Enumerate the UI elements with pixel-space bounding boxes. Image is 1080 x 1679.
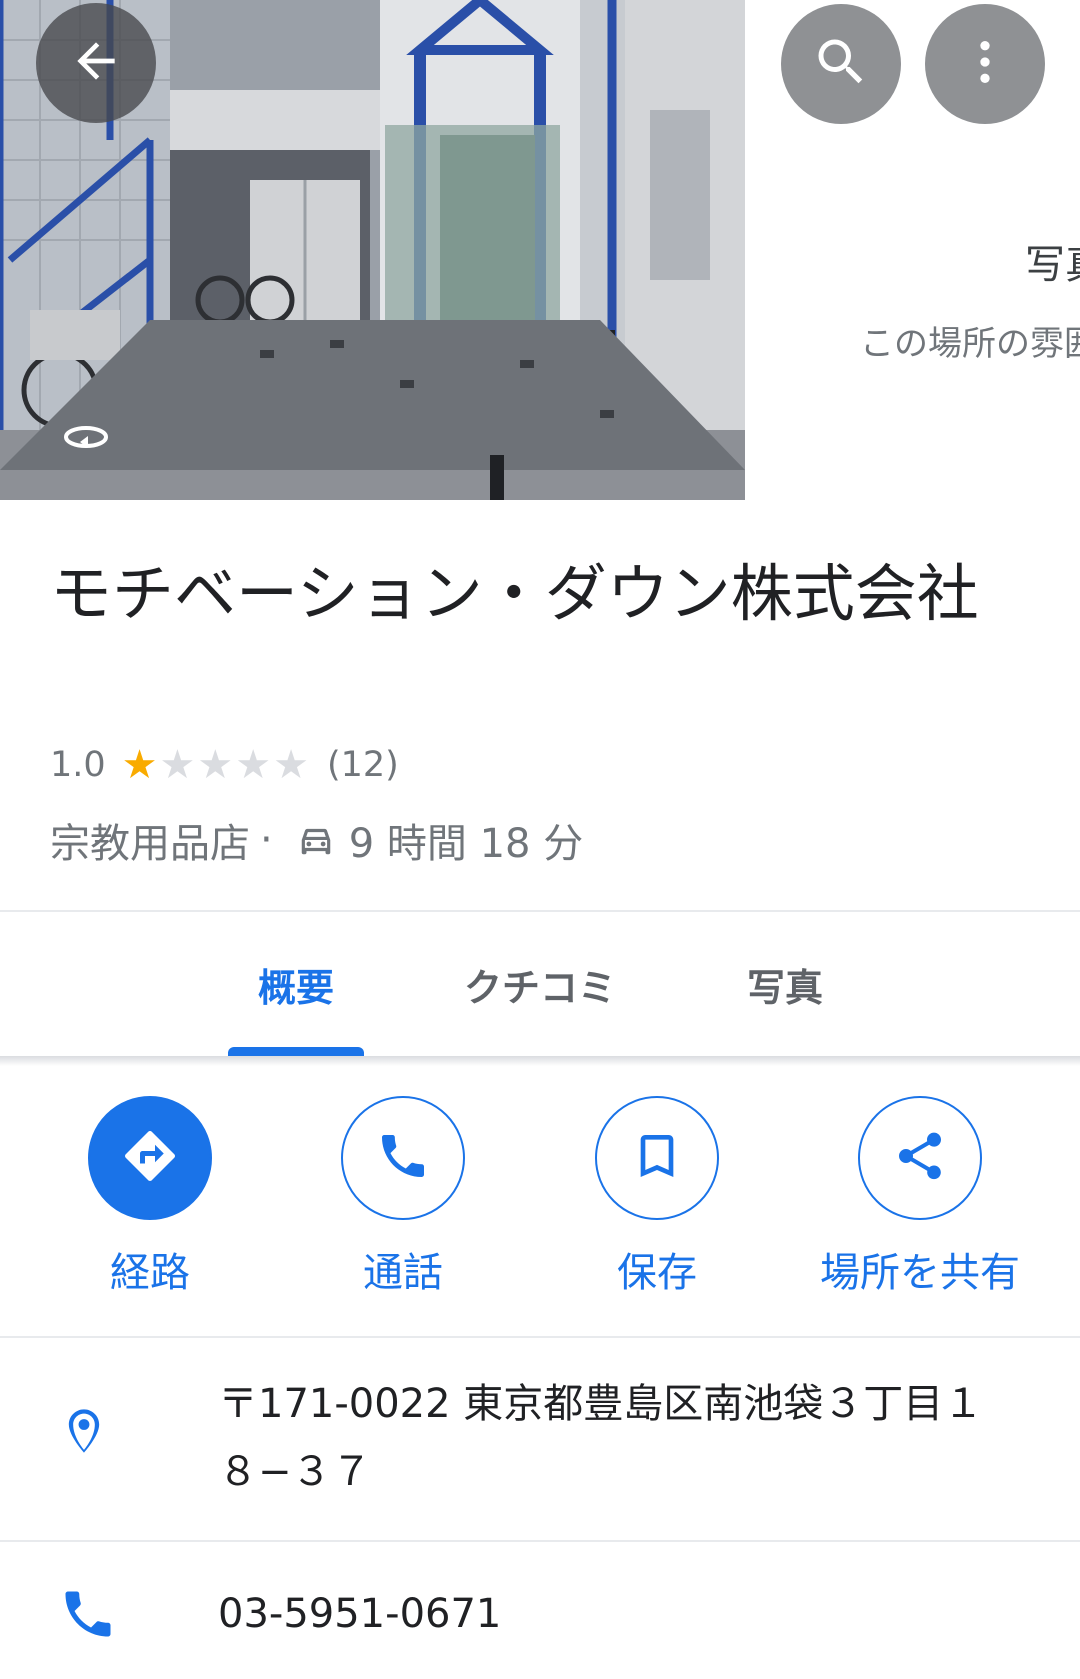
- call-circle: [341, 1096, 465, 1220]
- place-meta: 宗教用品店 · 9 時間 18 分: [50, 810, 583, 870]
- directions-circle: [88, 1096, 212, 1220]
- hero-section: 写真 この場所の雰囲: [0, 0, 1080, 500]
- tab-reviews[interactable]: クチコミ: [440, 912, 640, 1056]
- rating-value: 1.0: [50, 745, 106, 785]
- share-icon: [892, 1128, 948, 1188]
- location-pin-icon: [58, 1400, 110, 1466]
- tab-photos[interactable]: 写真: [710, 912, 860, 1056]
- star-rating: ★ ★ ★ ★ ★: [122, 745, 309, 785]
- phone-icon: [58, 1584, 118, 1648]
- search-button[interactable]: [781, 4, 901, 124]
- star-icon: ★: [159, 742, 196, 788]
- save-circle: [595, 1096, 719, 1220]
- save-button[interactable]: 保存: [565, 1096, 749, 1298]
- car-icon: [297, 821, 335, 859]
- place-name: モチベーション・ダウン株式会社: [50, 557, 979, 630]
- star-icon: ★: [197, 742, 234, 788]
- tab-overview[interactable]: 概要: [228, 912, 364, 1056]
- star-icon: ★: [235, 742, 272, 788]
- phone-number: 03-5951-0671: [218, 1591, 502, 1637]
- address-text: 〒171-0022 東京都豊島区南池袋３丁目１８−３７: [218, 1381, 984, 1495]
- more-options-button[interactable]: [925, 4, 1045, 124]
- drive-time: 9 時間 18 分: [348, 821, 584, 867]
- call-label: 通話: [363, 1250, 443, 1296]
- phone-icon: [375, 1128, 431, 1188]
- directions-button[interactable]: 経路: [58, 1096, 242, 1298]
- share-button[interactable]: 場所を共有: [800, 1096, 1040, 1298]
- directions-label: 経路: [110, 1250, 190, 1296]
- star-icon: ★: [121, 742, 158, 788]
- arrow-back-icon: [68, 33, 124, 93]
- back-button[interactable]: [36, 3, 156, 123]
- tab-indicator: [228, 1047, 364, 1056]
- star-icon: ★: [273, 742, 309, 788]
- action-buttons: 経路 通話 保存 場所を共有: [0, 1096, 1080, 1296]
- photos-panel-title: 写真: [1025, 242, 1080, 288]
- directions-icon: [120, 1126, 180, 1190]
- tabs-shadow: [0, 1056, 1080, 1066]
- phone-row[interactable]: 03-5951-0671: [0, 1542, 1080, 1679]
- search-icon: [811, 32, 871, 96]
- tab-bar: 概要 クチコミ 写真: [0, 912, 1080, 1056]
- share-label: 場所を共有: [820, 1250, 1020, 1296]
- share-circle: [858, 1096, 982, 1220]
- place-category: 宗教用品店: [50, 821, 250, 867]
- save-label: 保存: [617, 1250, 697, 1296]
- call-button[interactable]: 通話: [311, 1096, 495, 1298]
- bookmark-icon: [629, 1128, 685, 1188]
- panorama-icon: [62, 422, 110, 456]
- address-row[interactable]: 〒171-0022 東京都豊島区南池袋３丁目１８−３７: [0, 1338, 1080, 1538]
- rating-summary[interactable]: 1.0 ★ ★ ★ ★ ★ (12): [50, 740, 399, 790]
- more-vert-icon: [957, 34, 1013, 94]
- meta-separator: ·: [260, 817, 273, 863]
- photos-panel-subtitle: この場所の雰囲: [860, 324, 1080, 364]
- review-count: (12): [326, 745, 399, 785]
